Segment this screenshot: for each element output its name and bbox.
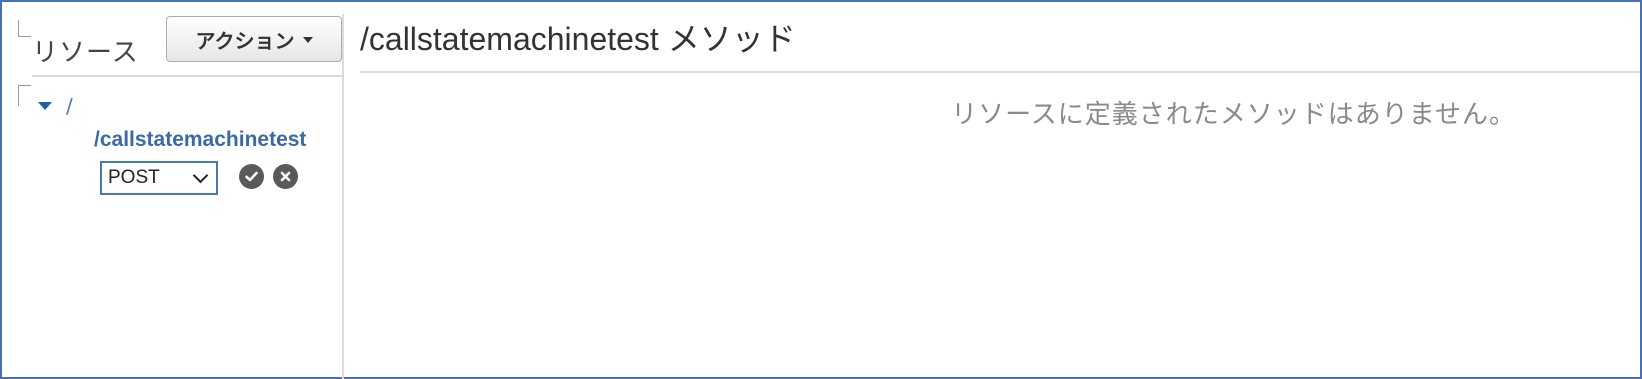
tree-root-label[interactable]: / xyxy=(66,94,73,118)
confirm-method-button[interactable] xyxy=(239,164,264,189)
close-icon xyxy=(280,171,291,182)
empty-methods-message: リソースに定義されたメソッドはありません。 xyxy=(951,100,1516,130)
expand-triangle-icon[interactable] xyxy=(38,102,52,110)
resources-title: リソース xyxy=(32,38,139,68)
actions-button-label: アクション xyxy=(195,28,295,53)
panel-edge-mark xyxy=(18,20,31,37)
http-method-select[interactable]: POST xyxy=(100,161,218,195)
chevron-down-icon xyxy=(192,167,209,183)
panel-divider xyxy=(32,75,344,77)
resources-panel: リソース アクション / /callstatemachinetest POST xyxy=(16,10,360,375)
tree-resource-callstatemachinetest[interactable]: /callstatemachinetest xyxy=(94,128,306,152)
window-frame: リソース アクション / /callstatemachinetest POST xyxy=(0,0,1642,379)
actions-dropdown-button[interactable]: アクション xyxy=(166,16,342,62)
caret-down-icon xyxy=(302,37,313,43)
tree-root-node[interactable]: / xyxy=(38,94,73,118)
panel-edge-mark xyxy=(18,85,31,106)
cancel-method-button[interactable] xyxy=(273,164,298,189)
page-title: /callstatemachinetest メソッド xyxy=(360,21,796,57)
title-divider xyxy=(360,71,1640,73)
panel-separator xyxy=(342,14,344,379)
checkmark-icon xyxy=(245,171,258,182)
method-select-value: POST xyxy=(108,167,160,188)
